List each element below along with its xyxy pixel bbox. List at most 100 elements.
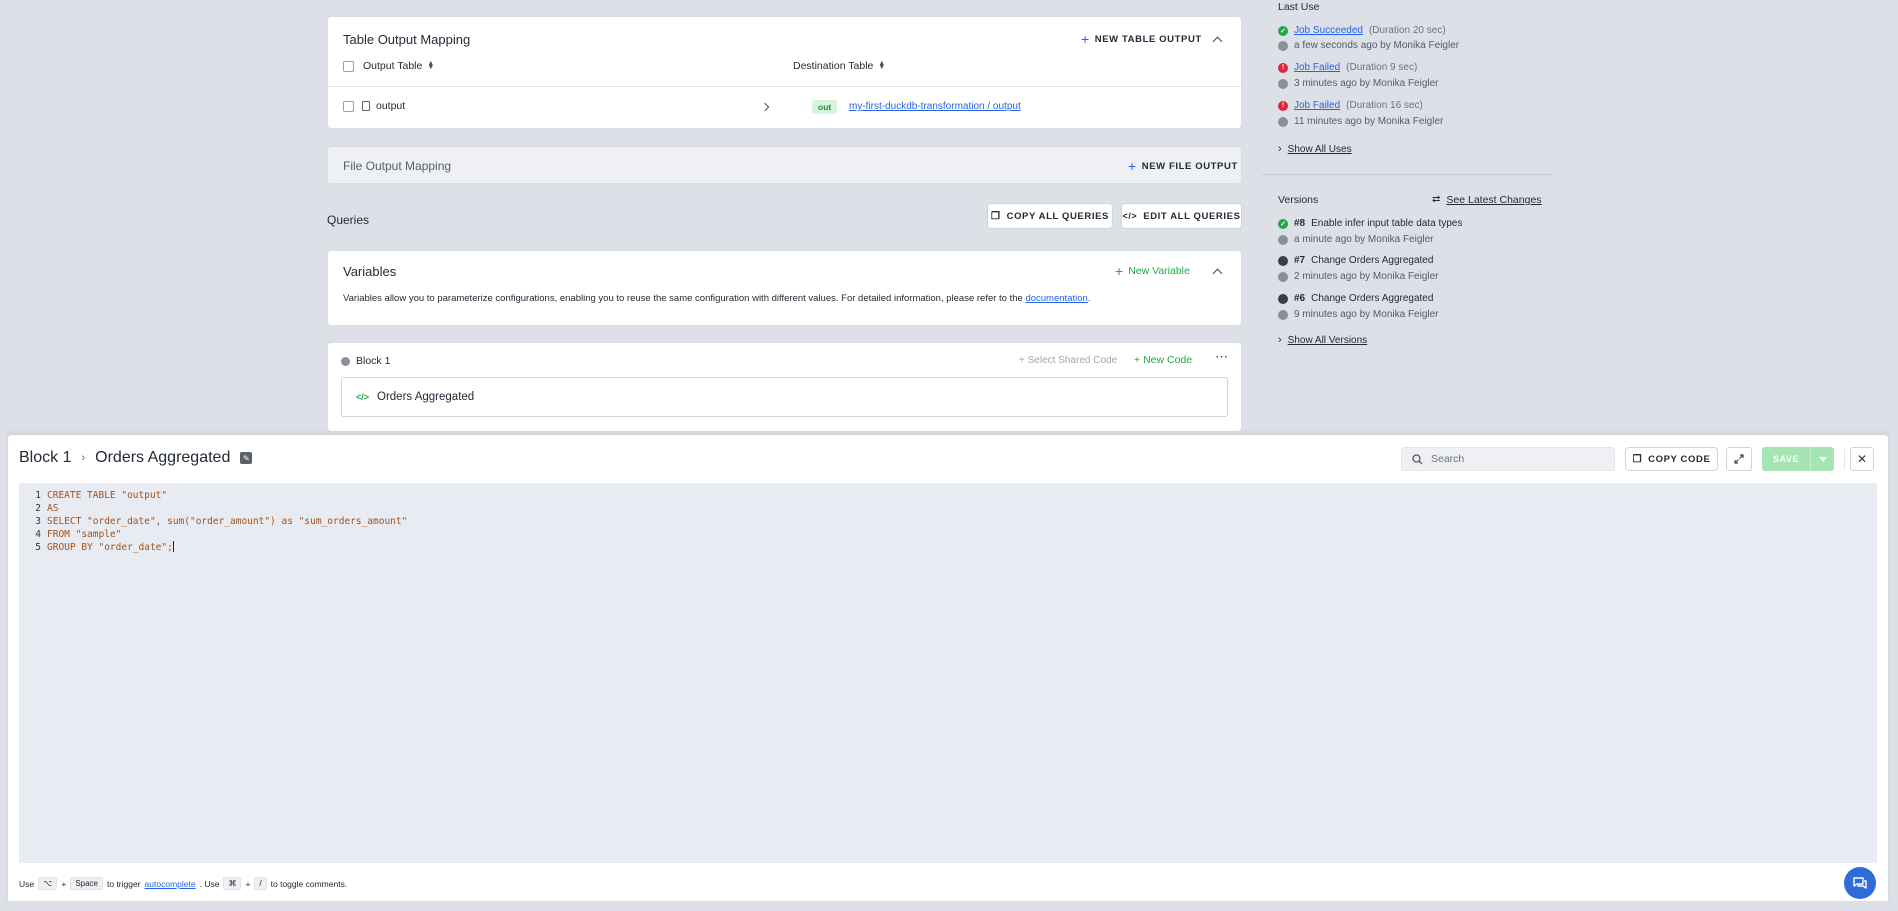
last-use-time: 3 minutes ago by Monika Feigler xyxy=(1278,78,1439,89)
search-field[interactable] xyxy=(1401,447,1615,471)
text-cursor xyxy=(172,541,174,552)
copy-code-button[interactable]: ❐ COPY CODE xyxy=(1625,447,1718,471)
code-editor[interactable]: 1 CREATE TABLE "output" 2 AS 3 SELECT "orde… xyxy=(19,483,1877,863)
output-table-header[interactable]: Output Table ▲ ▼ xyxy=(363,60,434,72)
autocomplete-link[interactable]: autocomplete xyxy=(145,879,196,889)
table-output-mapping-card: Table Output Mapping + NEW TABLE OUTPUT … xyxy=(327,16,1242,129)
plus-icon: + xyxy=(1128,158,1137,174)
chat-support-button[interactable] xyxy=(1844,867,1876,899)
select-shared-code-button[interactable]: + Select Shared Code xyxy=(1019,355,1117,366)
success-icon: ✓ xyxy=(1278,25,1288,36)
show-all-versions-link[interactable]: › Show All Versions xyxy=(1278,334,1367,346)
version-item[interactable]: #6 Change Orders Aggregated xyxy=(1278,293,1433,304)
version-time: 9 minutes ago by Monika Feigler xyxy=(1278,309,1439,320)
new-table-output-button[interactable]: + NEW TABLE OUTPUT xyxy=(1081,32,1202,46)
search-input[interactable] xyxy=(1431,453,1601,465)
variables-title: Variables xyxy=(343,264,397,279)
chevron-right-icon: › xyxy=(1278,143,1282,155)
more-options-icon[interactable]: ⋯ xyxy=(1215,349,1228,365)
file-output-title: File Output Mapping xyxy=(343,159,452,173)
versions-title: Versions xyxy=(1278,194,1319,206)
copy-icon: ❐ xyxy=(991,210,1001,222)
code-line: 1 CREATE TABLE "output" xyxy=(35,490,168,501)
last-use-item: ✓ Job Succeeded (Duration 20 sec) xyxy=(1278,25,1446,36)
plus-icon: + xyxy=(1081,31,1090,47)
job-link[interactable]: Job Failed xyxy=(1294,62,1340,73)
last-use-item: ! Job Failed (Duration 9 sec) xyxy=(1278,62,1417,73)
chat-icon xyxy=(1853,877,1867,889)
documentation-link[interactable]: documentation xyxy=(1025,293,1087,304)
compare-icon: ⇄ xyxy=(1432,194,1441,205)
save-button[interactable]: SAVE xyxy=(1762,447,1834,471)
save-dropdown-button[interactable] xyxy=(1810,447,1834,471)
sort-icon: ▲ ▼ xyxy=(427,59,435,71)
job-link[interactable]: Job Succeeded xyxy=(1294,25,1363,36)
clock-icon xyxy=(1278,309,1288,320)
sort-icon: ▲ ▼ xyxy=(878,59,886,71)
destination-table-header[interactable]: Destination Table ▲ ▼ xyxy=(793,60,885,72)
job-link[interactable]: Job Failed xyxy=(1294,100,1340,111)
code-item[interactable]: </> Orders Aggregated xyxy=(341,377,1228,417)
divider xyxy=(328,86,1241,87)
variables-card: Variables + New Variable Variables allow… xyxy=(327,250,1242,326)
block-header: Block 1 xyxy=(341,355,390,367)
option-key: ⌥ xyxy=(38,877,58,890)
version-item[interactable]: ✓ #8 Enable infer input table data types xyxy=(1278,218,1462,229)
code-line: 4 FROM "sample" xyxy=(35,529,122,540)
version-time: 2 minutes ago by Monika Feigler xyxy=(1278,271,1439,282)
chevron-right-icon xyxy=(760,102,770,112)
row-checkbox[interactable] xyxy=(343,101,354,112)
code-line: 5 GROUP BY "order_date"; xyxy=(35,541,174,553)
plus-icon: + xyxy=(1019,355,1025,366)
clock-icon xyxy=(1278,116,1288,127)
version-dot-icon xyxy=(1278,255,1288,266)
search-icon xyxy=(1412,453,1423,464)
space-key: Space xyxy=(70,877,103,890)
plus-icon: + xyxy=(1134,354,1141,366)
select-all-checkbox[interactable] xyxy=(343,61,354,72)
table-icon xyxy=(362,101,370,111)
new-variable-button[interactable]: + New Variable xyxy=(1115,264,1190,278)
edit-all-queries-button[interactable]: </> EDIT ALL QUERIES xyxy=(1121,203,1242,229)
last-use-item: ! Job Failed (Duration 16 sec) xyxy=(1278,100,1423,111)
clock-icon xyxy=(1278,40,1288,51)
close-button[interactable]: ✕ xyxy=(1850,447,1874,471)
output-table-name: output xyxy=(376,100,406,112)
out-badge: out xyxy=(812,100,838,114)
new-file-output-button[interactable]: + NEW FILE OUTPUT xyxy=(1128,159,1238,173)
collapse-chevron-icon[interactable] xyxy=(1212,268,1223,279)
destination-link[interactable]: my-first-duckdb-transformation / output xyxy=(849,101,1021,112)
version-dot-icon xyxy=(1278,293,1288,304)
code-icon: </> xyxy=(356,392,370,402)
last-use-time: 11 minutes ago by Monika Feigler xyxy=(1278,116,1443,127)
collapse-chevron-icon[interactable] xyxy=(1212,36,1223,47)
slash-key: / xyxy=(254,877,267,890)
last-use-title: Last Use xyxy=(1278,1,1320,13)
editor-breadcrumb: Block 1 › Orders Aggregated ✎ xyxy=(19,449,253,467)
success-icon: ✓ xyxy=(1278,218,1288,229)
expand-icon xyxy=(1734,454,1744,464)
editor-footer-hint: Use ⌥ + Space to trigger autocomplete. U… xyxy=(19,877,348,890)
error-icon: ! xyxy=(1278,62,1288,73)
clock-icon xyxy=(1278,234,1288,245)
code-icon: </> xyxy=(1122,211,1138,221)
version-item[interactable]: #7 Change Orders Aggregated xyxy=(1278,255,1433,266)
close-icon: ✕ xyxy=(1856,452,1868,466)
code-line: 3 SELECT "order_date", sum("order_amount"… xyxy=(35,516,408,527)
divider xyxy=(1262,174,1552,175)
expand-button[interactable] xyxy=(1726,447,1752,471)
new-code-button[interactable]: + New Code xyxy=(1134,354,1192,366)
show-all-uses-link[interactable]: › Show All Uses xyxy=(1278,143,1352,155)
see-latest-changes-link[interactable]: ⇄ See Latest Changes xyxy=(1432,194,1542,206)
divider xyxy=(1844,449,1845,469)
error-icon: ! xyxy=(1278,100,1288,111)
edit-icon[interactable]: ✎ xyxy=(240,452,253,464)
caret-down-icon xyxy=(1818,456,1827,462)
breadcrumb-block: Block 1 xyxy=(19,449,72,466)
copy-all-queries-button[interactable]: ❐ COPY ALL QUERIES xyxy=(987,203,1113,229)
version-time: a minute ago by Monika Feigler xyxy=(1278,234,1434,245)
clock-icon xyxy=(1278,271,1288,282)
queries-title: Queries xyxy=(327,213,370,227)
clock-icon xyxy=(1278,78,1288,89)
plus-icon: + xyxy=(1115,263,1124,279)
